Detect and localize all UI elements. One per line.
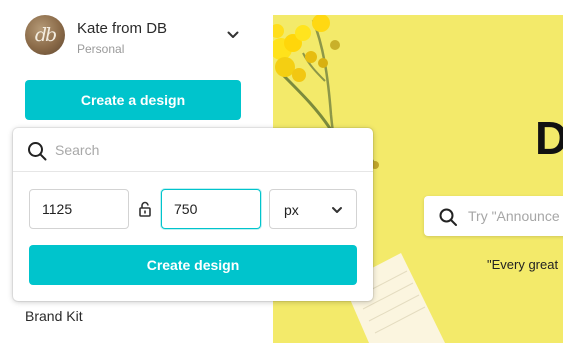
account-name: Kate from DB xyxy=(77,20,168,37)
unit-select[interactable]: px xyxy=(269,189,357,229)
search-icon xyxy=(28,142,47,161)
hero-quote: "Every great xyxy=(487,257,559,272)
chevron-down-icon[interactable] xyxy=(225,27,241,43)
unit-select-value: px xyxy=(284,202,299,218)
popover-search xyxy=(13,128,373,172)
width-input[interactable] xyxy=(29,189,129,229)
custom-dimensions-popover: px Create design xyxy=(13,128,373,301)
lock-icon[interactable] xyxy=(138,201,152,217)
height-input[interactable] xyxy=(161,189,261,229)
avatar: db xyxy=(25,15,65,55)
sidebar-item-brand-kit[interactable]: Brand Kit xyxy=(25,308,83,324)
search-icon xyxy=(439,208,457,226)
account-switcher[interactable]: db Kate from DB Personal xyxy=(25,15,250,59)
search-input[interactable] xyxy=(55,137,355,163)
account-type: Personal xyxy=(77,42,125,56)
chevron-down-icon xyxy=(332,207,342,213)
hero-search-bar[interactable]: Try "Announce xyxy=(424,196,563,236)
create-design-button[interactable]: Create design xyxy=(29,245,357,285)
create-a-design-button[interactable]: Create a design xyxy=(25,80,241,120)
hero-heading: D xyxy=(535,112,563,164)
hero-search-placeholder: Try "Announce xyxy=(468,208,560,224)
